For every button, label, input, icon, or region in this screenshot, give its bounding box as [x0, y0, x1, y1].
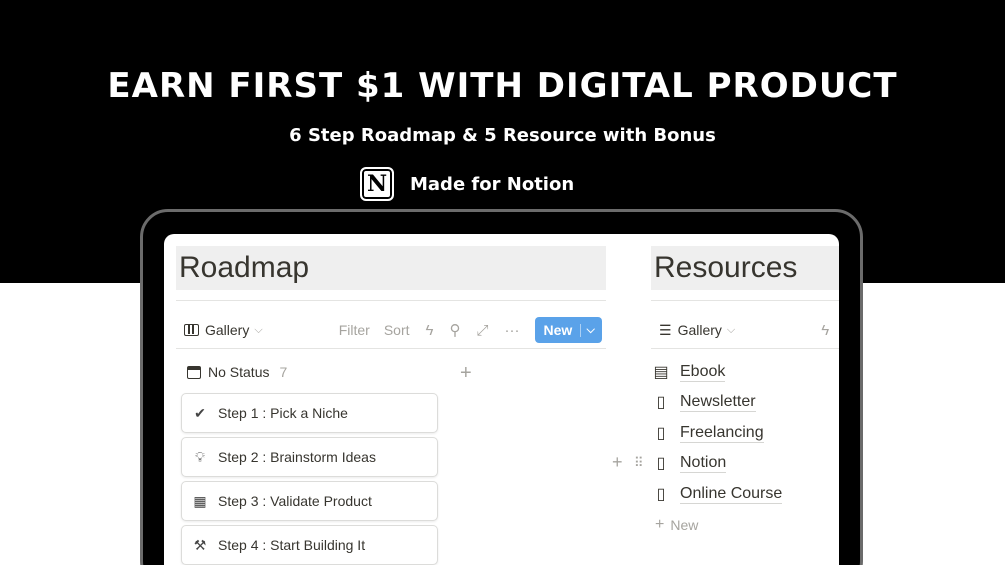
more-icon[interactable]: ··· — [504, 322, 519, 339]
resources-title-bar: Resources — [651, 246, 839, 290]
chevron-down-icon[interactable]: ⌵ — [254, 324, 262, 337]
book-icon: ▯ — [656, 485, 666, 503]
ebook-icon: ▤ — [653, 363, 669, 381]
list-view-icon: ☰ — [659, 321, 672, 338]
headline: EARN FIRST $1 WITH DIGITAL PRODUCT — [107, 66, 898, 106]
resource-label: Notion — [680, 454, 727, 473]
chevron-down-icon[interactable]: ⌵ — [727, 324, 735, 337]
notion-logo-icon: N — [360, 167, 394, 201]
view-selector[interactable]: Gallery — [205, 322, 249, 338]
card-step-1[interactable]: ✔ Step 1 : Pick a Niche — [181, 393, 438, 433]
divider — [651, 300, 839, 301]
card-label: Step 2 : Brainstorm Ideas — [218, 449, 376, 465]
resource-item-notion[interactable]: ▯ Notion — [652, 454, 727, 473]
made-for-label: Made for Notion — [410, 173, 575, 195]
new-resource-button[interactable]: + New — [655, 516, 698, 534]
card-label: Step 4 : Start Building It — [218, 537, 366, 553]
divider — [651, 348, 839, 349]
card-step-3[interactable]: ▦ Step 3 : Validate Product — [181, 481, 438, 521]
add-group-item-icon[interactable]: + — [460, 362, 472, 385]
resource-label: Ebook — [680, 363, 726, 382]
lightbulb-icon: 💡︎ — [195, 448, 205, 465]
roadmap-toolbar: Gallery ⌵ Filter Sort ϟ ⚲ ⤢ ··· New ⌵ — [184, 317, 609, 343]
resource-label: Newsletter — [680, 393, 756, 412]
resource-item-freelancing[interactable]: ▯ Freelancing — [652, 424, 764, 443]
sort-button[interactable]: Sort — [384, 322, 410, 338]
grid-icon: ▦ — [193, 492, 207, 509]
gallery-view-icon — [184, 324, 199, 336]
automation-bolt-icon[interactable]: ϟ — [821, 322, 829, 339]
book-icon: ▯ — [656, 393, 666, 411]
add-block-icon[interactable]: + — [612, 452, 623, 473]
plus-icon: + — [655, 516, 665, 533]
new-button[interactable]: New ⌵ — [535, 317, 603, 343]
card-step-4[interactable]: ⚒ Step 4 : Start Building It — [181, 525, 438, 565]
roadmap-title[interactable]: Roadmap — [179, 251, 309, 285]
new-dropdown-chevron-icon[interactable]: ⌵ — [580, 323, 595, 337]
expand-icon[interactable]: ⤢ — [476, 322, 488, 339]
view-selector[interactable]: Gallery — [678, 322, 722, 338]
card-label: Step 1 : Pick a Niche — [218, 405, 348, 421]
filter-button[interactable]: Filter — [339, 322, 370, 338]
roadmap-title-bar: Roadmap — [176, 246, 606, 290]
book-icon: ▯ — [656, 454, 666, 472]
search-icon[interactable]: ⚲ — [449, 321, 460, 339]
drag-handle-icon[interactable]: ⠿ — [634, 455, 643, 471]
resource-item-newsletter[interactable]: ▯ Newsletter — [652, 393, 756, 412]
hammer-icon: ⚒ — [193, 536, 207, 553]
group-count: 7 — [279, 364, 288, 380]
automation-bolt-icon[interactable]: ϟ — [426, 322, 434, 339]
resource-item-online-course[interactable]: ▯ Online Course — [652, 485, 783, 504]
group-label[interactable]: No Status — [208, 364, 269, 380]
book-icon: ▯ — [656, 424, 666, 442]
check-circle-icon: ✔ — [194, 404, 206, 421]
subheadline: 6 Step Roadmap & 5 Resource with Bonus — [289, 125, 716, 146]
group-header: No Status 7 — [187, 364, 287, 380]
inbox-icon — [187, 365, 201, 379]
divider — [176, 300, 606, 301]
card-step-2[interactable]: 💡︎ Step 2 : Brainstorm Ideas — [181, 437, 438, 477]
new-resource-label: New — [670, 517, 699, 533]
divider — [176, 348, 606, 349]
new-button-label: New — [543, 322, 573, 338]
resources-title[interactable]: Resources — [654, 251, 797, 285]
resources-toolbar: ☰ Gallery ⌵ ϟ — [659, 317, 829, 343]
made-for-notion: N Made for Notion — [360, 167, 574, 201]
notion-screen: Roadmap Gallery ⌵ Filter Sort ϟ ⚲ ⤢ ··· … — [164, 234, 839, 565]
resource-label: Freelancing — [680, 424, 764, 443]
resource-label: Online Course — [680, 485, 783, 504]
resource-item-ebook[interactable]: ▤ Ebook — [652, 363, 726, 382]
card-label: Step 3 : Validate Product — [218, 493, 372, 509]
